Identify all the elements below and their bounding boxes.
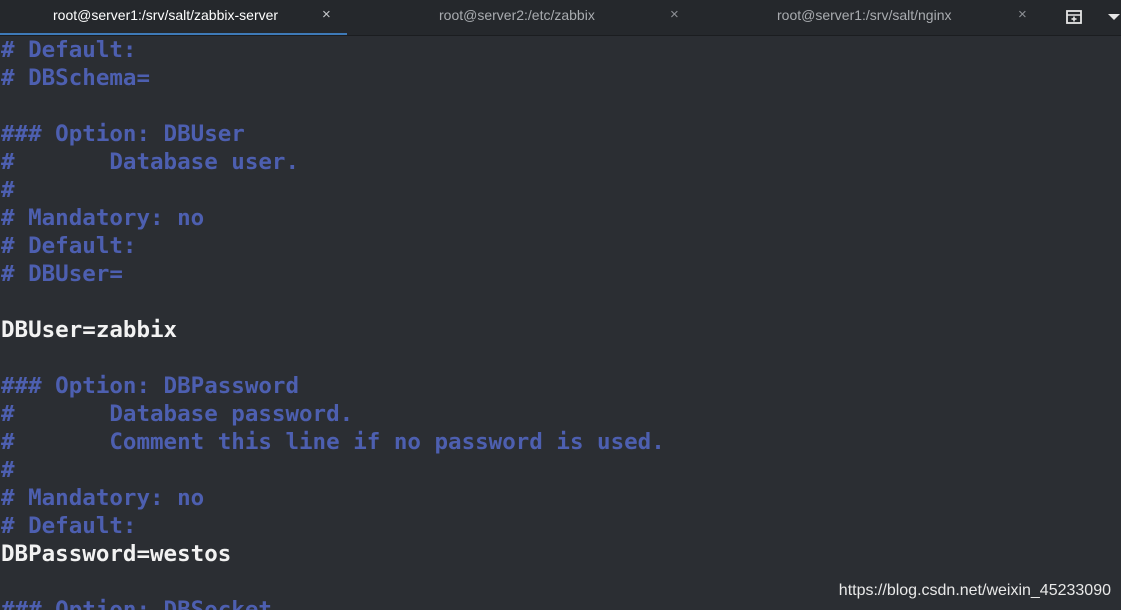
chevron-down-icon[interactable]: [1103, 6, 1121, 28]
comment-line: # DBSchema=: [1, 65, 151, 91]
new-tab-icon[interactable]: [1063, 6, 1085, 28]
comment-line: # Default:: [1, 513, 137, 539]
comment-line: # Default:: [1, 233, 137, 259]
watermark: https://blog.csdn.net/weixin_45233090: [838, 582, 1111, 599]
comment-line: [1, 344, 1121, 372]
comment-line: # Default:: [1, 37, 137, 63]
comment-line: # Comment this line if no password is us…: [1, 429, 665, 455]
comment-line: # Database password.: [1, 401, 354, 427]
comment-line: # Mandatory: no: [1, 485, 205, 511]
tab-label: root@server1:/srv/salt/zabbix-server: [53, 7, 279, 23]
comment-line: #: [1, 177, 15, 203]
tab-server2-etc-zabbix[interactable]: root@server2:/etc/zabbix ×: [347, 0, 692, 35]
comment-line: #: [1, 457, 15, 483]
comment-line: # DBUser=: [1, 261, 123, 287]
close-icon[interactable]: ×: [322, 6, 331, 24]
close-icon[interactable]: ×: [670, 6, 679, 24]
comment-line: [1, 288, 1121, 316]
tab-server1-nginx[interactable]: root@server1:/srv/salt/nginx ×: [692, 0, 1037, 35]
close-icon[interactable]: ×: [1018, 6, 1027, 24]
comment-line: ### Option: DBPassword: [1, 373, 300, 399]
tab-label: root@server1:/srv/salt/nginx: [777, 7, 952, 23]
config-line: DBUser=zabbix: [1, 317, 178, 343]
terminal-window: root@server1:/srv/salt/zabbix-server × r…: [0, 0, 1121, 610]
comment-line: [1, 92, 1121, 120]
tab-server1-zabbix-server[interactable]: root@server1:/srv/salt/zabbix-server ×: [0, 0, 347, 35]
comment-line: # Mandatory: no: [1, 205, 205, 231]
tab-bar: root@server1:/srv/salt/zabbix-server × r…: [0, 0, 1121, 36]
tab-label: root@server2:/etc/zabbix: [439, 7, 595, 23]
comment-line: # Database user.: [1, 149, 300, 175]
terminal-output[interactable]: # Default: # DBSchema= ### Option: DBUser #…: [0, 36, 1121, 610]
comment-line: ### Option: DBUser: [1, 121, 245, 147]
config-line: DBPassword=westos: [1, 541, 232, 567]
